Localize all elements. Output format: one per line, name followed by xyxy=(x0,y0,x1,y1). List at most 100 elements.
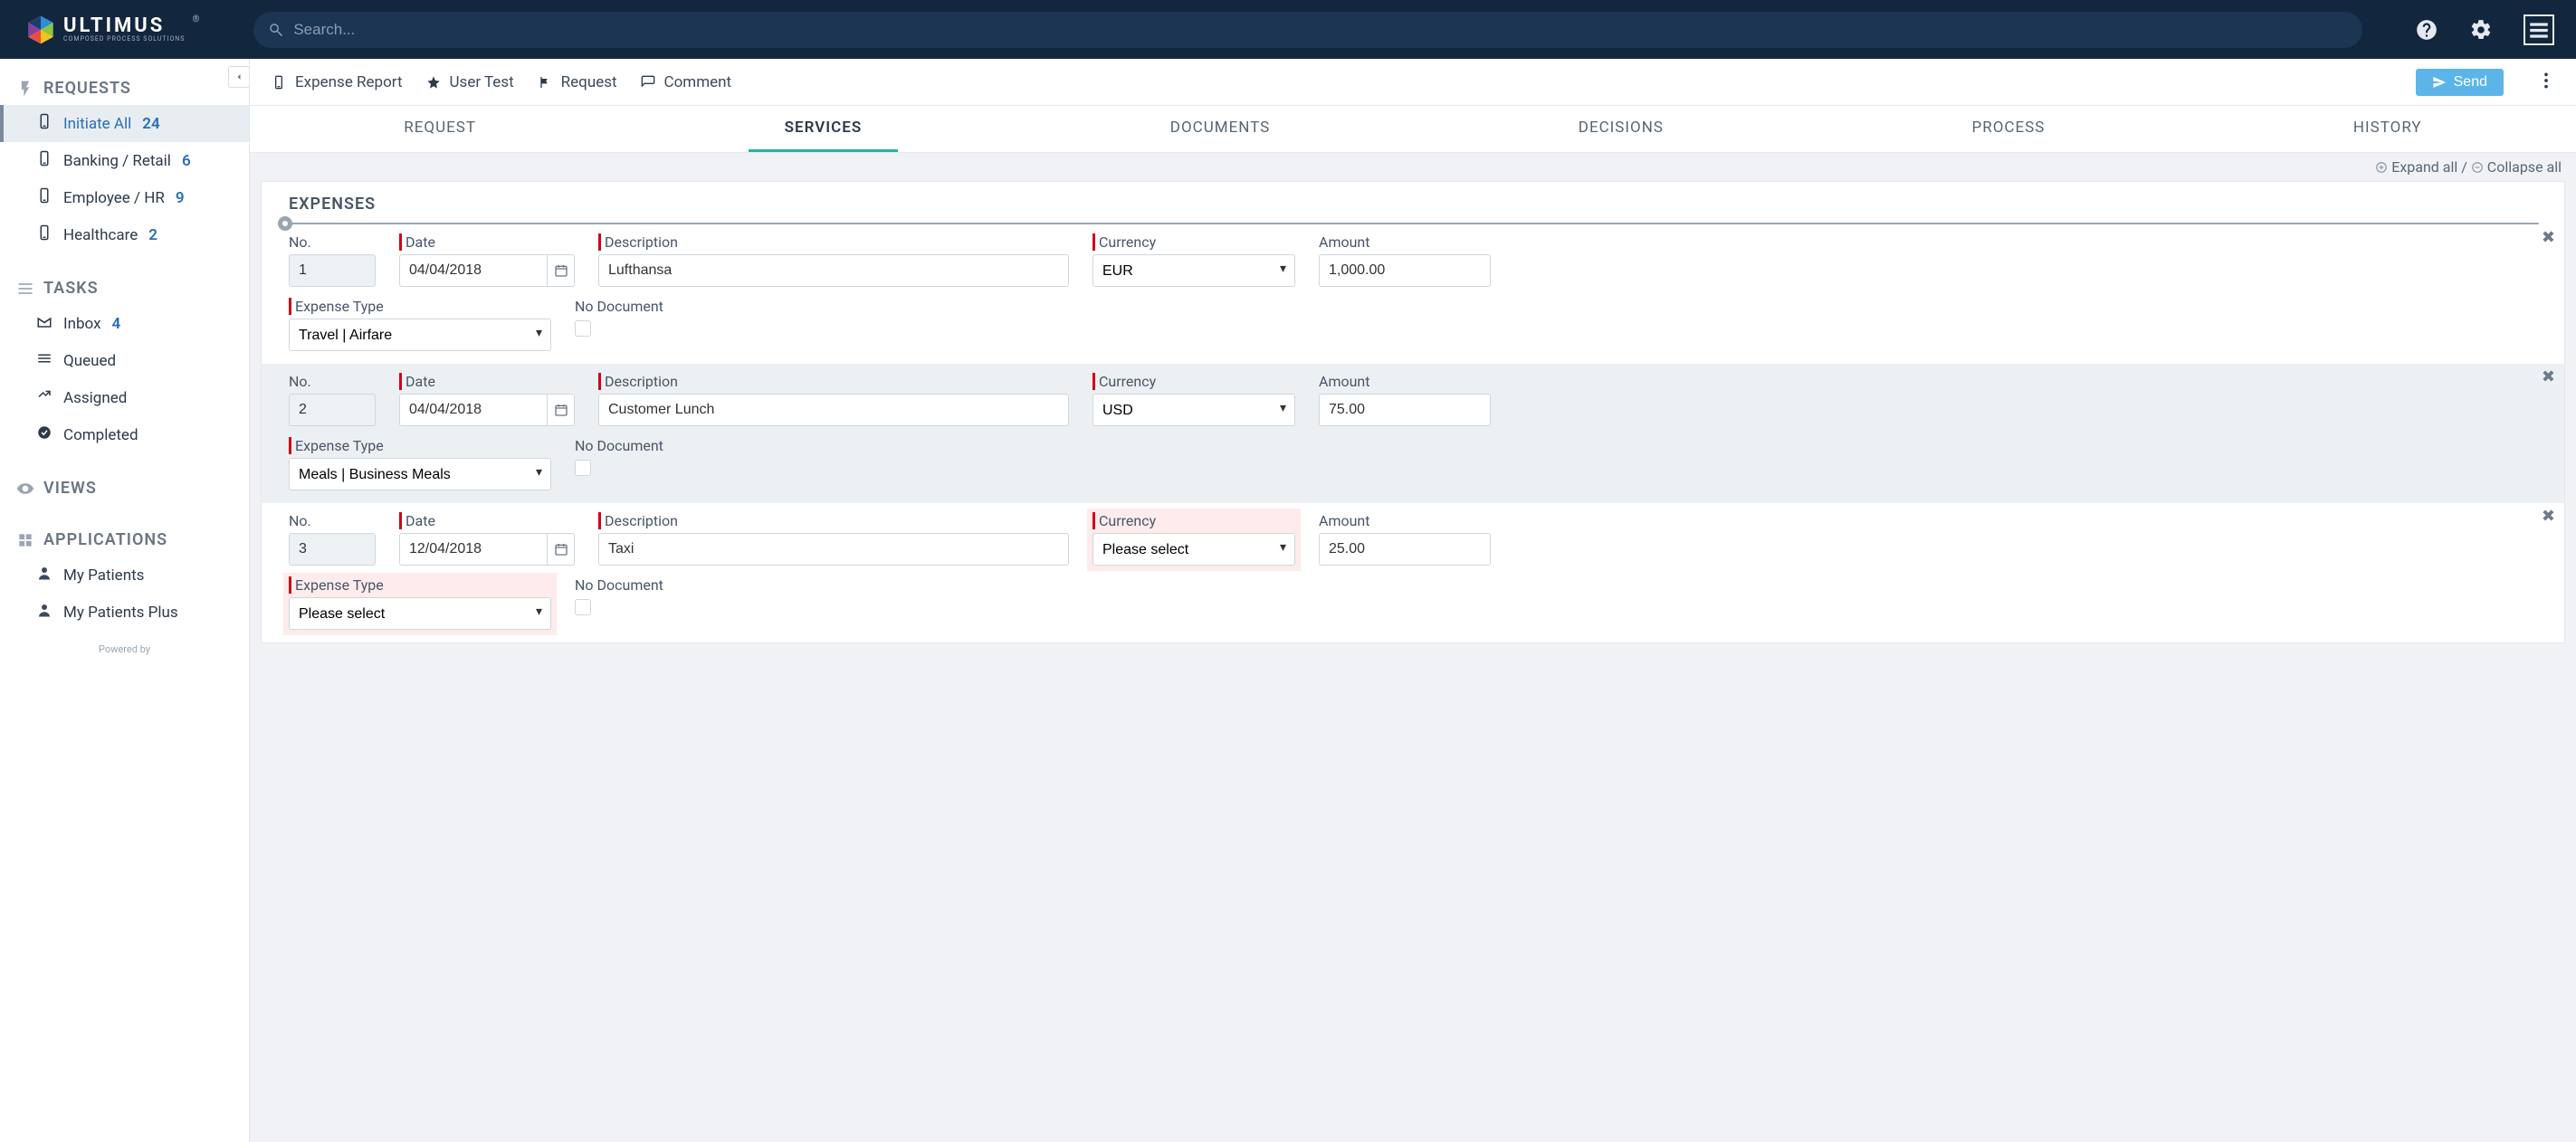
tab-process[interactable]: PROCESS xyxy=(1936,106,2082,152)
assigned-icon xyxy=(36,387,52,408)
expenses-panel: EXPENSES ✖ No. Date Description Cu xyxy=(261,181,2565,643)
calendar-button[interactable] xyxy=(548,254,575,287)
sidebar-item-request-2[interactable]: Employee / HR 9 xyxy=(0,179,249,216)
brand-name: ULTIMUS xyxy=(63,16,185,36)
powered-by: Powered by xyxy=(0,636,249,662)
sidebar-item-task-2[interactable]: Assigned xyxy=(0,379,249,416)
sidebar-header-applications[interactable]: APPLICATIONS xyxy=(0,523,249,557)
calendar-icon xyxy=(554,263,568,278)
expense-row-0: ✖ No. Date Description Currency EUR Amou… xyxy=(262,224,2564,364)
date-input[interactable] xyxy=(399,394,548,426)
expense-row-2: ✖ No. Date Description Currency Please s… xyxy=(262,503,2564,642)
remove-row-button[interactable]: ✖ xyxy=(2542,367,2555,386)
breadcrumb-activity: Request xyxy=(538,73,617,91)
collapse-all-button[interactable]: Collapse all xyxy=(2471,158,2562,176)
minus-circle-icon xyxy=(2471,161,2484,174)
remove-row-button[interactable]: ✖ xyxy=(2542,507,2555,526)
logo-mark-icon xyxy=(25,14,56,45)
sidebar-item-task-0[interactable]: Inbox 4 xyxy=(0,305,249,342)
expense-type-select[interactable]: Meals | Business Meals xyxy=(289,458,551,490)
date-input[interactable] xyxy=(399,533,548,566)
amount-input[interactable] xyxy=(1319,394,1491,426)
more-button[interactable] xyxy=(2538,68,2554,96)
hamburger-icon xyxy=(2527,18,2551,42)
sidebar-item-task-1[interactable]: Queued xyxy=(0,342,249,379)
calendar-icon xyxy=(554,542,568,557)
description-input[interactable] xyxy=(598,533,1069,566)
description-input[interactable] xyxy=(598,394,1069,426)
kebab-icon xyxy=(2543,71,2549,90)
sidebar-header-requests: REQUESTS xyxy=(0,71,249,105)
no-document-checkbox[interactable] xyxy=(575,320,591,337)
tab-history[interactable]: HISTORY xyxy=(2317,106,2458,152)
completed-icon xyxy=(36,424,52,445)
tab-request[interactable]: REQUEST xyxy=(367,106,512,152)
chevron-left-icon xyxy=(234,71,244,82)
person-icon xyxy=(36,565,52,585)
expand-all-button[interactable]: Expand all xyxy=(2375,158,2461,176)
sidebar-item-app-0[interactable]: My Patients xyxy=(0,557,249,594)
currency-select[interactable]: Please select xyxy=(1092,533,1295,566)
brand-tagline: COMPOSED PROCESS SOLUTIONS xyxy=(63,36,185,43)
help-icon[interactable] xyxy=(2415,18,2438,42)
panel-title: EXPENSES xyxy=(289,195,2537,214)
apps-icon xyxy=(16,531,34,549)
sidebar-collapse-button[interactable] xyxy=(228,66,250,88)
currency-select[interactable]: EUR xyxy=(1092,254,1295,287)
remove-row-button[interactable]: ✖ xyxy=(2542,228,2555,247)
trademark-icon: ® xyxy=(192,14,199,24)
breadcrumb-comment[interactable]: Comment xyxy=(641,73,732,91)
no-field xyxy=(289,254,376,287)
amount-input[interactable] xyxy=(1319,254,1491,287)
amount-input[interactable] xyxy=(1319,533,1491,566)
eye-icon xyxy=(16,480,34,498)
person-icon xyxy=(36,602,52,623)
device-icon xyxy=(36,113,52,134)
tab-documents[interactable]: DOCUMENTS xyxy=(1134,106,1306,152)
sidebar-header-views[interactable]: VIEWS xyxy=(0,471,249,505)
device-icon xyxy=(36,224,52,245)
sidebar-item-request-1[interactable]: Banking / Retail 6 xyxy=(0,142,249,179)
logo[interactable]: ULTIMUS COMPOSED PROCESS SOLUTIONS ® xyxy=(25,14,199,45)
tab-decisions[interactable]: DECISIONS xyxy=(1542,106,1700,152)
menu-button[interactable] xyxy=(2524,14,2554,45)
sidebar-item-request-0[interactable]: Initiate All 24 xyxy=(0,105,249,142)
tab-services[interactable]: SERVICES xyxy=(749,106,899,152)
comment-icon xyxy=(641,75,655,90)
expense-type-select[interactable]: Travel | Airfare xyxy=(289,319,551,351)
breadcrumb-user: User Test xyxy=(426,73,514,91)
search-input[interactable] xyxy=(253,12,2362,48)
breadcrumb-bar: Expense Report User Test Request Comment… xyxy=(250,59,2576,106)
device-icon xyxy=(272,75,286,90)
queued-icon xyxy=(36,350,52,371)
currency-select[interactable]: USD xyxy=(1092,394,1295,426)
expense-row-1: ✖ No. Date Description Currency USD Amou… xyxy=(262,364,2564,503)
sidebar: REQUESTS Initiate All 24 Banking / Retai… xyxy=(0,59,250,1142)
expense-type-select[interactable]: Please select xyxy=(289,597,551,630)
send-button[interactable]: Send xyxy=(2416,69,2504,96)
lightning-icon xyxy=(16,80,34,98)
sidebar-item-request-3[interactable]: Healthcare 2 xyxy=(0,216,249,253)
device-icon xyxy=(36,187,52,208)
no-field xyxy=(289,394,376,426)
no-document-checkbox[interactable] xyxy=(575,460,591,476)
plus-circle-icon xyxy=(2375,161,2388,174)
star-icon xyxy=(426,75,441,90)
no-document-checkbox[interactable] xyxy=(575,599,591,615)
tabs: REQUEST SERVICES DOCUMENTS DECISIONS PRO… xyxy=(250,106,2576,153)
sidebar-item-task-3[interactable]: Completed xyxy=(0,416,249,453)
top-bar: ULTIMUS COMPOSED PROCESS SOLUTIONS ® xyxy=(0,0,2576,59)
gear-icon[interactable] xyxy=(2469,18,2493,42)
calendar-button[interactable] xyxy=(548,533,575,566)
expand-collapse-bar: Expand all / Collapse all xyxy=(250,153,2576,181)
calendar-icon xyxy=(554,403,568,417)
paper-plane-icon xyxy=(2432,75,2447,90)
calendar-button[interactable] xyxy=(548,394,575,426)
breadcrumb-title: Expense Report xyxy=(272,73,403,91)
list-icon xyxy=(16,280,34,298)
sidebar-item-app-1[interactable]: My Patients Plus xyxy=(0,594,249,631)
search-icon xyxy=(268,22,284,38)
date-input[interactable] xyxy=(399,254,548,287)
inbox-icon xyxy=(36,313,52,334)
description-input[interactable] xyxy=(598,254,1069,287)
